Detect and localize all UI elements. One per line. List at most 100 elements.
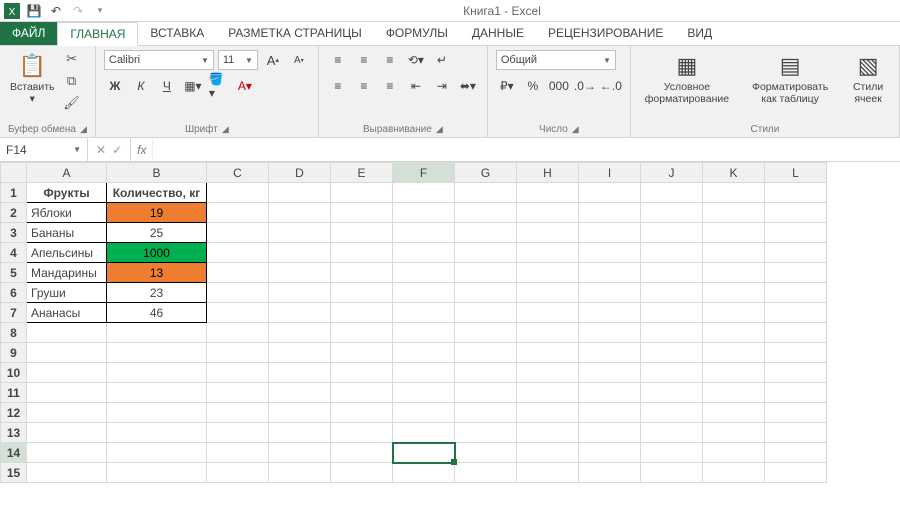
cancel-formula-icon[interactable]: ✕ xyxy=(96,143,106,157)
cell-D12[interactable] xyxy=(269,403,331,423)
column-header-J[interactable]: J xyxy=(641,163,703,183)
cell-F12[interactable] xyxy=(393,403,455,423)
wrap-text-icon[interactable]: ↵ xyxy=(431,50,453,70)
cell-A4[interactable]: Апельсины xyxy=(27,243,107,263)
cell-C12[interactable] xyxy=(207,403,269,423)
row-header-5[interactable]: 5 xyxy=(1,263,27,283)
cell-K7[interactable] xyxy=(703,303,765,323)
cell-H7[interactable] xyxy=(517,303,579,323)
decrease-indent-icon[interactable]: ⇤ xyxy=(405,76,427,96)
tab-home[interactable]: ГЛАВНАЯ xyxy=(57,22,138,46)
cell-A12[interactable] xyxy=(27,403,107,423)
cell-C6[interactable] xyxy=(207,283,269,303)
cell-I2[interactable] xyxy=(579,203,641,223)
cell-G6[interactable] xyxy=(455,283,517,303)
number-format-select[interactable]: Общий▼ xyxy=(496,50,616,70)
increase-indent-icon[interactable]: ⇥ xyxy=(431,76,453,96)
font-size-select[interactable]: 11▼ xyxy=(218,50,258,70)
cell-B12[interactable] xyxy=(107,403,207,423)
align-bottom-icon[interactable]: ≡ xyxy=(379,50,401,70)
cell-H12[interactable] xyxy=(517,403,579,423)
cell-L15[interactable] xyxy=(765,463,827,483)
cell-E9[interactable] xyxy=(331,343,393,363)
cell-E15[interactable] xyxy=(331,463,393,483)
cell-D3[interactable] xyxy=(269,223,331,243)
cell-I7[interactable] xyxy=(579,303,641,323)
column-header-B[interactable]: B xyxy=(107,163,207,183)
cell-E3[interactable] xyxy=(331,223,393,243)
cell-I12[interactable] xyxy=(579,403,641,423)
cell-C7[interactable] xyxy=(207,303,269,323)
cell-L4[interactable] xyxy=(765,243,827,263)
cell-A7[interactable]: Ананасы xyxy=(27,303,107,323)
font-name-select[interactable]: Calibri▼ xyxy=(104,50,214,70)
cell-A3[interactable]: Бананы xyxy=(27,223,107,243)
row-header-13[interactable]: 13 xyxy=(1,423,27,443)
cell-G12[interactable] xyxy=(455,403,517,423)
cell-G14[interactable] xyxy=(455,443,517,463)
cell-H15[interactable] xyxy=(517,463,579,483)
cell-A10[interactable] xyxy=(27,363,107,383)
cell-I1[interactable] xyxy=(579,183,641,203)
cell-J6[interactable] xyxy=(641,283,703,303)
cell-A9[interactable] xyxy=(27,343,107,363)
cell-A11[interactable] xyxy=(27,383,107,403)
row-header-6[interactable]: 6 xyxy=(1,283,27,303)
cell-D15[interactable] xyxy=(269,463,331,483)
cell-B13[interactable] xyxy=(107,423,207,443)
cell-J14[interactable] xyxy=(641,443,703,463)
cell-C15[interactable] xyxy=(207,463,269,483)
cell-C2[interactable] xyxy=(207,203,269,223)
cell-F9[interactable] xyxy=(393,343,455,363)
align-right-icon[interactable]: ≡ xyxy=(379,76,401,96)
cell-E6[interactable] xyxy=(331,283,393,303)
align-middle-icon[interactable]: ≡ xyxy=(353,50,375,70)
cell-B7[interactable]: 46 xyxy=(107,303,207,323)
cell-B3[interactable]: 25 xyxy=(107,223,207,243)
cell-F1[interactable] xyxy=(393,183,455,203)
cell-K1[interactable] xyxy=(703,183,765,203)
merge-center-icon[interactable]: ⬌▾ xyxy=(457,76,479,96)
conditional-formatting-button[interactable]: ▦ Условное форматирование xyxy=(639,50,735,107)
cell-I6[interactable] xyxy=(579,283,641,303)
qat-customize-icon[interactable]: ▾ xyxy=(92,3,108,19)
cell-D14[interactable] xyxy=(269,443,331,463)
cell-J2[interactable] xyxy=(641,203,703,223)
cell-A1[interactable]: Фрукты xyxy=(27,183,107,203)
select-all-corner[interactable] xyxy=(1,163,27,183)
cell-K10[interactable] xyxy=(703,363,765,383)
cell-G13[interactable] xyxy=(455,423,517,443)
cell-styles-button[interactable]: ▧ Стили ячеек xyxy=(845,50,891,107)
cell-E4[interactable] xyxy=(331,243,393,263)
cell-F10[interactable] xyxy=(393,363,455,383)
cell-G7[interactable] xyxy=(455,303,517,323)
cell-C8[interactable] xyxy=(207,323,269,343)
cell-G5[interactable] xyxy=(455,263,517,283)
cell-L1[interactable] xyxy=(765,183,827,203)
cell-K11[interactable] xyxy=(703,383,765,403)
column-header-L[interactable]: L xyxy=(765,163,827,183)
column-header-I[interactable]: I xyxy=(579,163,641,183)
cell-F6[interactable] xyxy=(393,283,455,303)
borders-icon[interactable]: ▦▾ xyxy=(182,76,204,96)
cell-H8[interactable] xyxy=(517,323,579,343)
cell-E14[interactable] xyxy=(331,443,393,463)
undo-icon[interactable]: ↶ xyxy=(48,3,64,19)
cell-A14[interactable] xyxy=(27,443,107,463)
clipboard-dialog-icon[interactable]: ◢ xyxy=(80,124,87,135)
tab-review[interactable]: РЕЦЕНЗИРОВАНИЕ xyxy=(536,22,675,45)
format-painter-icon[interactable]: 🖌 xyxy=(63,94,81,112)
row-header-11[interactable]: 11 xyxy=(1,383,27,403)
cell-H5[interactable] xyxy=(517,263,579,283)
cell-I4[interactable] xyxy=(579,243,641,263)
cell-H2[interactable] xyxy=(517,203,579,223)
cell-J4[interactable] xyxy=(641,243,703,263)
cell-G3[interactable] xyxy=(455,223,517,243)
cell-C10[interactable] xyxy=(207,363,269,383)
cell-E10[interactable] xyxy=(331,363,393,383)
font-dialog-icon[interactable]: ◢ xyxy=(222,124,229,135)
cell-J1[interactable] xyxy=(641,183,703,203)
cell-A2[interactable]: Яблоки xyxy=(27,203,107,223)
tab-view[interactable]: ВИД xyxy=(675,22,724,45)
cell-H10[interactable] xyxy=(517,363,579,383)
